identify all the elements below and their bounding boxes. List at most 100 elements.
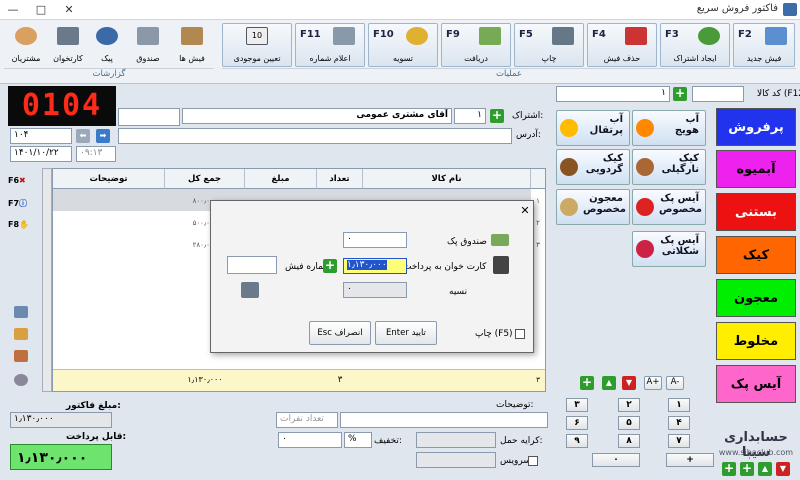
add-item-button[interactable]: +: [580, 376, 594, 390]
delete-receipt-button[interactable]: F4 حذف فیش: [587, 23, 657, 67]
discount-value-input[interactable]: ۰: [278, 432, 342, 448]
key-plus[interactable]: +: [666, 453, 714, 467]
font-increase-button[interactable]: A+: [644, 376, 662, 390]
col-quantity[interactable]: تعداد: [317, 169, 363, 189]
brand-up-button[interactable]: ▲: [758, 462, 772, 476]
product-walnut-cake[interactable]: کیک گردویی: [556, 149, 630, 185]
announce-number-button[interactable]: F11 اعلام شماره: [295, 23, 365, 67]
category-bestseller[interactable]: پرفروش: [716, 108, 796, 146]
key-3[interactable]: ۳: [566, 398, 588, 412]
col-product-name[interactable]: نام کالا: [363, 169, 531, 189]
category-juice[interactable]: آبمیوه: [716, 150, 796, 188]
address-input[interactable]: [118, 128, 512, 144]
receipts-button[interactable]: فیش ها: [172, 23, 212, 67]
col-total[interactable]: جمع کل: [165, 169, 245, 189]
grid-scrollbar[interactable]: [42, 168, 52, 392]
key-8[interactable]: ۸: [618, 434, 640, 448]
description-input[interactable]: [340, 412, 548, 428]
tools-icon[interactable]: [14, 350, 28, 362]
col-description[interactable]: توضیحات: [53, 169, 165, 189]
product-carrot-juice[interactable]: آب هویج: [632, 110, 706, 146]
next-invoice-button[interactable]: ➡: [96, 129, 110, 143]
new-receipt-button[interactable]: F2 فیش جدید: [733, 23, 795, 67]
col-price[interactable]: مبلغ: [245, 169, 317, 189]
key-2[interactable]: ۲: [618, 398, 640, 412]
previous-invoice-button[interactable]: ⬅: [76, 129, 90, 143]
category-potion[interactable]: معجون: [716, 279, 796, 317]
add-product-button[interactable]: +: [673, 87, 687, 101]
product-code-input[interactable]: [692, 86, 744, 102]
settle-button[interactable]: F10 تسویه: [368, 23, 438, 67]
set-stock-button[interactable]: 10 تعیین موجودی: [222, 23, 292, 67]
dialog-close-icon[interactable]: ✕: [519, 204, 531, 217]
key-9[interactable]: ۹: [566, 434, 588, 448]
people-count-input[interactable]: تعداد نفرات: [276, 412, 338, 428]
date-input[interactable]: ۱۴۰۱/۱۰/۲۲: [10, 146, 72, 162]
product-coconut-cake[interactable]: کیک نارگیلی: [632, 149, 706, 185]
cashbox-button[interactable]: صندوق: [128, 23, 168, 67]
f7-info-button[interactable]: F7ⓘ: [8, 198, 30, 216]
cup-icon: [636, 198, 654, 216]
move-down-button[interactable]: ▼: [622, 376, 636, 390]
category-icecream[interactable]: بستنی: [716, 193, 796, 231]
key-f11: F11: [300, 29, 321, 40]
key-7[interactable]: ۷: [668, 434, 690, 448]
category-icepack[interactable]: آیس پک: [716, 365, 796, 403]
minimize-button[interactable]: —: [0, 1, 26, 18]
key-6[interactable]: ۶: [566, 416, 588, 430]
product-special-potion[interactable]: معجون مخصوص: [556, 189, 630, 225]
print-checkbox[interactable]: [515, 329, 525, 339]
f6-delete-row-button[interactable]: F6✖: [8, 176, 30, 194]
category-cake[interactable]: کیک: [716, 236, 796, 274]
service-input[interactable]: [416, 452, 496, 468]
product-special-icepack[interactable]: آیس پک مخصوص: [632, 189, 706, 225]
cashbox-amount-input[interactable]: ۰: [343, 232, 407, 248]
key-5[interactable]: ۵: [618, 416, 640, 430]
receipt-number-input[interactable]: [227, 256, 277, 274]
discount-unit-select[interactable]: %: [344, 432, 372, 448]
cashbox-label: صندوق پک: [447, 237, 487, 247]
close-button[interactable]: ✕: [56, 1, 82, 18]
settings-icon[interactable]: [14, 374, 28, 386]
add-subscription-button[interactable]: +: [490, 109, 504, 123]
key-1[interactable]: ۱: [668, 398, 690, 412]
cancel-button[interactable]: Esc انصراف: [309, 321, 371, 345]
subscription-number-input[interactable]: ۱: [454, 108, 486, 124]
f8-hand-button[interactable]: F8✋: [8, 220, 30, 238]
quantity-input[interactable]: ۱: [556, 86, 670, 102]
add-receipt-button[interactable]: +: [323, 259, 337, 273]
font-decrease-button[interactable]: A-: [666, 376, 684, 390]
time-input[interactable]: ۰۹:۱۳: [76, 146, 116, 162]
brand-add2-button[interactable]: +: [740, 462, 754, 476]
card-reader-button[interactable]: کارتخوان: [48, 23, 88, 67]
lock-icon[interactable]: [14, 328, 28, 340]
move-up-button[interactable]: ▲: [602, 376, 616, 390]
courier-button[interactable]: پیک: [88, 23, 126, 67]
customer-name-input[interactable]: آقای مشتری عمومی: [182, 108, 452, 124]
product-chocolate-icepack[interactable]: آیس پک شکلاتی: [632, 231, 706, 267]
card-reader-amount-input[interactable]: ۱٫۱۳۰٫۰۰۰: [343, 258, 407, 274]
cake-icon: [560, 158, 578, 176]
product-orange-juice[interactable]: آب پرتقال: [556, 110, 630, 146]
queue-number-display: 0104: [8, 86, 116, 126]
print-button[interactable]: F5 چاپ: [514, 23, 584, 67]
mail-icon[interactable]: [14, 306, 28, 318]
delivery-fee-input[interactable]: [416, 432, 496, 448]
calculator-icon[interactable]: [241, 282, 259, 298]
category-cake-label: کیک: [742, 248, 770, 263]
create-subscription-button[interactable]: F3 ایجاد اشتراک: [660, 23, 730, 67]
key-4[interactable]: ۴: [668, 416, 690, 430]
key-0[interactable]: ۰: [592, 453, 640, 467]
maximize-button[interactable]: □: [28, 1, 54, 18]
receive-button[interactable]: F9 دریافت: [441, 23, 511, 67]
customer-phone-input[interactable]: [118, 108, 180, 126]
brand-down-button[interactable]: ▼: [776, 462, 790, 476]
credit-amount-input[interactable]: ۰: [343, 282, 407, 298]
customers-label: مشتریان: [11, 54, 41, 63]
customers-button[interactable]: مشتریان: [4, 23, 48, 67]
confirm-button[interactable]: Enter تایید: [375, 321, 437, 345]
service-checkbox[interactable]: [528, 456, 538, 466]
invoice-number-input[interactable]: ۱۰۴: [10, 128, 72, 144]
category-mixed[interactable]: مخلوط: [716, 322, 796, 360]
brand-add-button[interactable]: +: [722, 462, 736, 476]
